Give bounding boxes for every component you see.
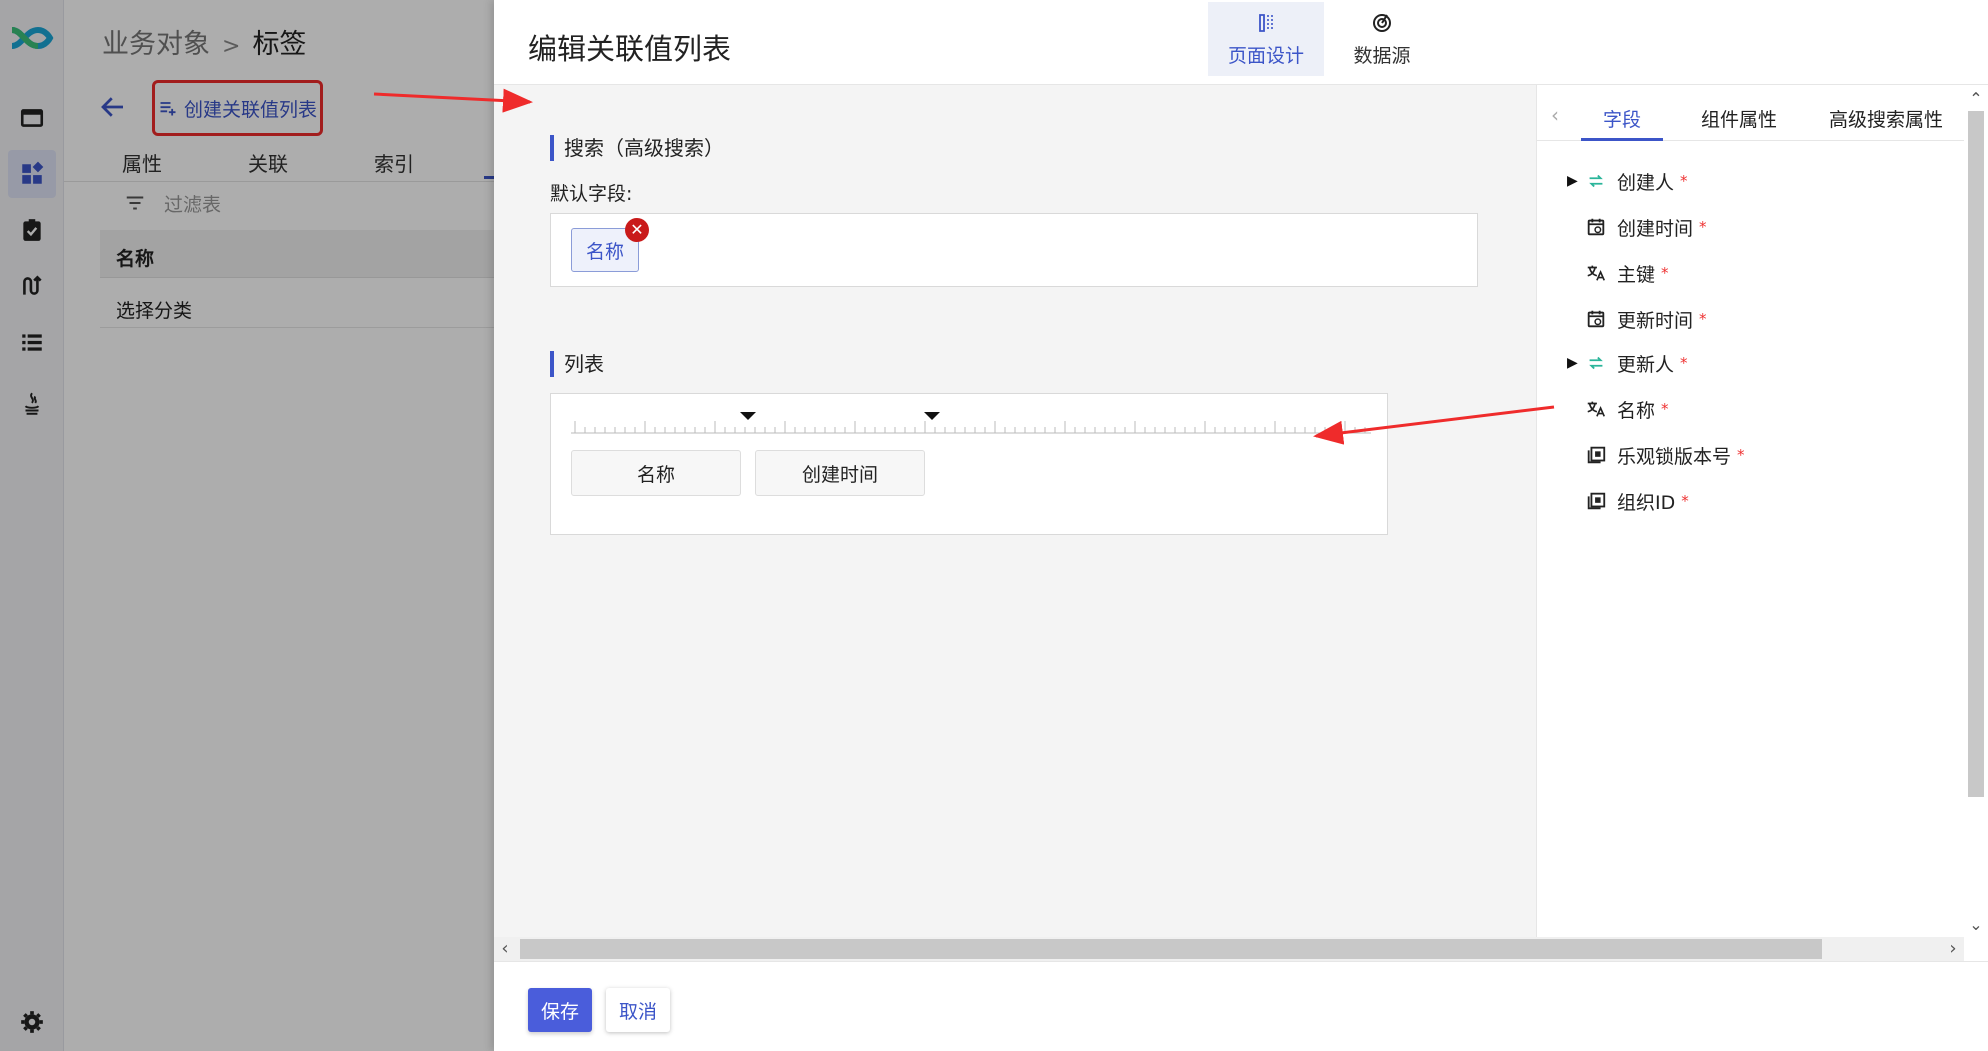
right-panel: ‹ 字段 组件属性 高级搜索属性 ▶ 创建人 * 创建时间 * 主键 * 更新时间 * <box>1536 85 1965 937</box>
field-item[interactable]: ▶ 更新人 * <box>1567 347 1688 379</box>
tab-datasource-label: 数据源 <box>1353 44 1411 67</box>
required-mark: * <box>1661 264 1669 282</box>
scroll-up-icon[interactable]: ⌃ <box>1964 89 1988 108</box>
field-label: 乐观锁版本号 <box>1617 445 1732 468</box>
save-button[interactable]: 保存 <box>528 988 592 1032</box>
required-mark: * <box>1680 172 1688 190</box>
translate-icon <box>1587 401 1606 417</box>
edit-lookup-list-drawer: 编辑关联值列表 页面设计 数据源 搜索（高级搜索） 默认字段: 名称 ✕ 列表 … <box>494 0 1988 1051</box>
remove-chip-icon[interactable]: ✕ <box>625 218 649 242</box>
field-item[interactable]: ▶ 创建人 * <box>1567 165 1688 197</box>
vertical-scroll-thumb[interactable] <box>1968 111 1984 797</box>
column-boundary-marker <box>924 412 940 420</box>
required-mark: * <box>1699 310 1707 328</box>
field-label: 名称 <box>1617 399 1656 422</box>
field-label: 创建人 <box>1617 171 1675 194</box>
drawer-title: 编辑关联值列表 <box>528 32 732 66</box>
tab-page-design[interactable]: 页面设计 <box>1208 2 1324 76</box>
field-label: 更新人 <box>1617 353 1675 376</box>
search-section-title: 搜索（高级搜索） <box>550 135 724 161</box>
tab-datasource[interactable]: 数据源 <box>1324 2 1440 76</box>
scroll-down-icon[interactable]: ⌄ <box>1964 915 1988 934</box>
tab-component-props[interactable]: 组件属性 <box>1701 105 1777 132</box>
required-mark: * <box>1661 400 1669 418</box>
vertical-scrollbar[interactable]: ⌃ ⌄ <box>1964 85 1988 937</box>
scroll-right-icon[interactable]: › <box>1942 937 1964 961</box>
tab-fields[interactable]: 字段 <box>1603 105 1641 132</box>
page-design-icon <box>1259 13 1273 32</box>
column-ruler[interactable] <box>571 412 1371 434</box>
field-label: 创建时间 <box>1617 217 1694 240</box>
tab-page-design-label: 页面设计 <box>1227 44 1304 67</box>
footer-divider <box>494 961 1988 962</box>
default-fields-label: 默认字段: <box>550 183 633 205</box>
cancel-button[interactable]: 取消 <box>606 988 670 1032</box>
relation-icon <box>1589 356 1603 370</box>
active-panel-tab-indicator <box>1581 138 1663 141</box>
expand-caret-icon[interactable]: ▶ <box>1567 355 1585 371</box>
design-canvas: 搜索（高级搜索） 默认字段: 名称 ✕ 列表 名称 创建时间 <box>494 85 1536 937</box>
field-item[interactable]: 创建时间 * <box>1567 211 1707 243</box>
field-item[interactable]: 更新时间 * <box>1567 303 1707 335</box>
horizontal-scroll-thumb[interactable] <box>520 939 1822 959</box>
field-item[interactable]: 乐观锁版本号 * <box>1567 439 1745 471</box>
list-section-title: 列表 <box>550 351 604 377</box>
field-label: 组织ID <box>1617 491 1676 514</box>
scroll-left-icon[interactable]: ‹ <box>494 937 516 961</box>
number-icon <box>1587 446 1606 464</box>
field-item[interactable]: 组织ID * <box>1567 485 1689 517</box>
tab-advanced-search-props[interactable]: 高级搜索属性 <box>1829 105 1943 132</box>
number-icon <box>1587 492 1606 510</box>
default-fields-dropzone[interactable]: 名称 ✕ <box>550 213 1478 287</box>
list-column-created-time[interactable]: 创建时间 <box>755 450 925 496</box>
field-item[interactable]: 主键 * <box>1567 257 1669 289</box>
calendar-icon <box>1587 310 1605 328</box>
panel-tabs: ‹ 字段 组件属性 高级搜索属性 <box>1537 85 1965 141</box>
field-label: 更新时间 <box>1617 309 1694 332</box>
field-item[interactable]: 名称 * <box>1567 393 1669 425</box>
required-mark: * <box>1680 354 1688 372</box>
list-columns-dropzone[interactable]: 名称 创建时间 <box>550 393 1388 535</box>
expand-caret-icon[interactable]: ▶ <box>1567 173 1585 189</box>
chevron-left-icon[interactable]: ‹ <box>1551 103 1559 127</box>
modal-overlay[interactable] <box>0 0 494 1051</box>
calendar-icon <box>1587 218 1605 236</box>
horizontal-scrollbar[interactable]: ‹ › <box>494 937 1964 961</box>
relation-icon <box>1589 174 1603 188</box>
required-mark: * <box>1737 446 1745 464</box>
column-boundary-marker <box>740 412 756 420</box>
required-mark: * <box>1699 218 1707 236</box>
translate-icon <box>1587 265 1606 281</box>
list-column-name[interactable]: 名称 <box>571 450 741 496</box>
field-label: 主键 <box>1617 263 1656 286</box>
datasource-icon <box>1373 13 1391 32</box>
required-mark: * <box>1681 492 1689 510</box>
